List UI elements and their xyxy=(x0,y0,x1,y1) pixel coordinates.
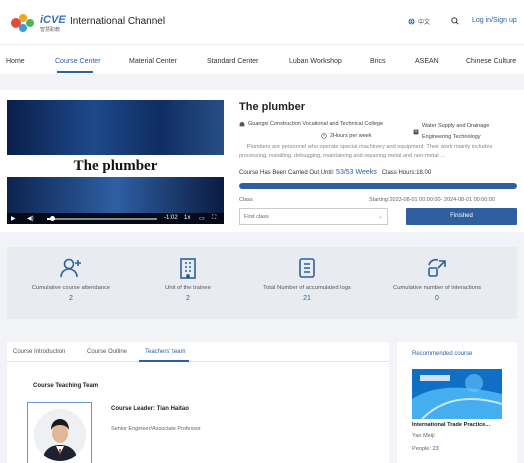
recommended-course-card: Recommended course International Trade P… xyxy=(397,342,517,463)
school-icon xyxy=(239,121,245,127)
video-player[interactable]: The plumber ▶ ◀) -1:02 1x ▭ ⛶ xyxy=(7,100,224,224)
course-leader: Course Leader: Tian Haitao xyxy=(111,406,189,412)
nav-luban-workshop[interactable]: Luban Workshop xyxy=(289,58,342,65)
tab-teachers-team[interactable]: Teachers' team xyxy=(145,349,186,355)
user-add-icon xyxy=(60,258,81,278)
chevron-down-icon: ⌄ xyxy=(377,214,383,220)
category-info: Water Supply and Drainage Engineering Te… xyxy=(413,121,520,143)
fullscreen-icon[interactable]: ⛶ xyxy=(212,215,216,222)
stat-logs: Total Number of accumulated logs 21 xyxy=(243,247,371,319)
tab-course-introduction[interactable]: Course Introduction xyxy=(13,349,65,355)
school-info: Guangxi Construction Vocational and Tech… xyxy=(239,121,383,127)
tab-divider xyxy=(7,361,389,362)
nav-home[interactable]: Home xyxy=(6,58,25,65)
tab-active-indicator xyxy=(139,360,189,362)
finished-button[interactable]: Finished xyxy=(406,208,517,225)
leader-title: Senior Engineer/Associate Professor xyxy=(111,426,201,432)
team-heading: Course Teaching Team xyxy=(33,383,99,389)
course-thumbnail-icon xyxy=(412,369,502,419)
language-label: 中文 xyxy=(418,20,431,26)
recommended-heading: Recommended course xyxy=(412,351,473,357)
nav-active-indicator xyxy=(57,71,93,73)
hours-info: 2Hours per week xyxy=(321,133,372,139)
weeks-value: 53/53 Weeks xyxy=(336,169,377,176)
course-detail-tabs: Course Introduction Course Outline Teach… xyxy=(7,342,389,463)
recommended-course-thumbnail[interactable] xyxy=(412,369,502,419)
course-card: The plumber ▶ ◀) -1:02 1x ▭ ⛶ The plumbe… xyxy=(0,90,524,232)
nav-chinese-culture[interactable]: Chinese Culture xyxy=(466,58,516,65)
main-nav: Home Course Center Material Center Stand… xyxy=(0,44,524,74)
starting-dates: Starting:2023-08-01 00:00:00- 2024-08-01… xyxy=(369,197,495,203)
stats-panel: Cumulative course attendance 2 Unit of t… xyxy=(7,247,517,319)
avatar xyxy=(34,409,86,461)
class-select[interactable]: First class ⌄ xyxy=(239,208,388,225)
play-icon[interactable]: ▶ xyxy=(11,215,16,222)
class-label: Class xyxy=(239,197,253,203)
tab-course-outline[interactable]: Course Outline xyxy=(87,349,127,355)
stat-attendance: Cumulative course attendance 2 xyxy=(7,247,135,319)
stat-interactions: Cumulative number of interactions 0 xyxy=(373,247,501,319)
interaction-icon xyxy=(428,258,446,277)
channel-title: International Channel xyxy=(70,16,166,27)
nav-asean[interactable]: ASEAN xyxy=(415,58,439,65)
volume-icon[interactable]: ◀) xyxy=(27,215,34,222)
nav-course-center[interactable]: Course Center xyxy=(55,58,101,65)
video-progress-bar[interactable] xyxy=(47,216,157,221)
nav-standard-center[interactable]: Standard Center xyxy=(207,58,258,65)
recommended-teacher: Yan Meiji xyxy=(412,433,435,439)
search-icon[interactable] xyxy=(451,17,459,25)
clock-icon xyxy=(321,133,327,139)
book-icon xyxy=(413,129,419,135)
language-switch[interactable]: 中文 xyxy=(408,17,430,26)
teacher-photo-card[interactable] xyxy=(27,402,92,463)
logo-subtitle: 智慧职教 xyxy=(40,27,61,33)
globe-icon xyxy=(408,18,415,25)
video-controls: ▶ ◀) -1:02 1x ▭ ⛶ xyxy=(7,213,224,224)
login-link[interactable]: Log in/Sign up xyxy=(472,17,517,24)
header: iCVE 智慧职教 International Channel 中文 Log i… xyxy=(0,0,524,44)
course-title: The plumber xyxy=(239,101,306,113)
video-frame-bottom xyxy=(7,177,224,213)
log-list-icon xyxy=(299,258,315,278)
recommended-people: People: 23 xyxy=(412,446,439,452)
speed-button[interactable]: 1x xyxy=(184,215,190,221)
pip-icon[interactable]: ▭ xyxy=(199,215,205,222)
carried-out-info: Course Has Been Carried Out Until: 53/53… xyxy=(239,169,432,176)
course-progress-bar xyxy=(239,183,517,189)
video-progress-knob[interactable] xyxy=(50,216,55,221)
course-progress-fill xyxy=(239,183,517,189)
stat-unit: Unit of the trainee 2 xyxy=(124,247,252,319)
teacher-portrait-icon xyxy=(34,409,86,461)
video-time: -1:02 xyxy=(164,215,178,221)
nav-material-center[interactable]: Material Center xyxy=(129,58,177,65)
class-hours-value: 18.00 xyxy=(416,170,432,176)
logo-icon[interactable] xyxy=(10,12,36,34)
recommended-title[interactable]: International Trade Practice... xyxy=(412,422,490,428)
video-title-overlay: The plumber xyxy=(7,155,224,177)
logo-text: iCVE xyxy=(40,14,66,26)
video-frame-top xyxy=(7,100,224,155)
building-icon xyxy=(180,258,196,279)
course-description: Plumbers are personnel who operate speci… xyxy=(239,144,493,159)
nav-brics[interactable]: Brics xyxy=(370,58,386,65)
